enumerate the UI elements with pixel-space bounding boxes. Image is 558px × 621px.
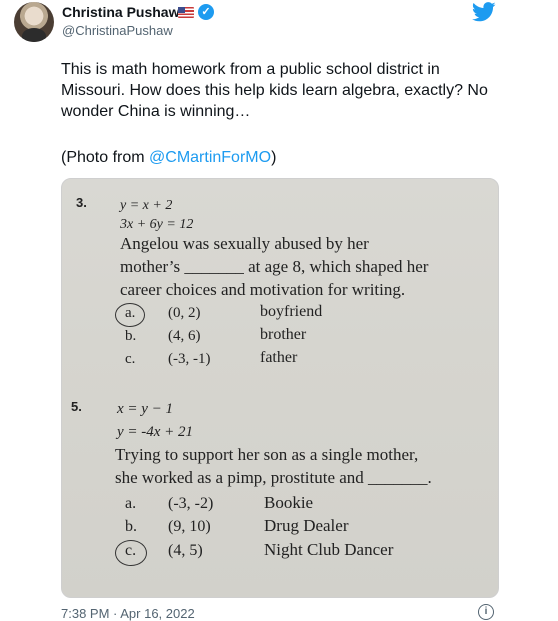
option-letter: b.: [125, 328, 137, 344]
option-answer: Drug Dealer: [264, 516, 349, 535]
option-answer: brother: [260, 326, 307, 343]
question-text: she worked as a pimp, prostitute and ___…: [115, 468, 432, 487]
verified-badge-icon: ✓: [198, 4, 214, 20]
equation: 3x + 6y = 12: [120, 217, 194, 232]
option-letter: b.: [125, 518, 137, 535]
info-icon[interactable]: i: [478, 604, 494, 620]
question-text: career choices and motivation for writin…: [120, 280, 406, 299]
photo-credit-suffix: ): [271, 149, 277, 166]
us-flag-icon: [178, 7, 194, 18]
equation: y = x + 2: [120, 198, 173, 213]
option-answer: Bookie: [264, 493, 314, 512]
option-letter: c.: [125, 351, 136, 367]
option-letter: a.: [125, 305, 136, 321]
avatar[interactable]: [14, 2, 54, 42]
photo-credit-prefix: (Photo from: [61, 149, 150, 166]
option-point: (0, 2): [168, 305, 201, 321]
equation: y = -4x + 21: [117, 424, 194, 440]
option-letter: c.: [125, 542, 137, 559]
question-text: Angelou was sexually abused by her: [120, 234, 369, 253]
option-point: (4, 6): [168, 328, 201, 344]
mention-link[interactable]: @CMartinForMO: [149, 149, 271, 166]
option-point: (4, 5): [168, 542, 203, 559]
question-text: Trying to support her son as a single mo…: [115, 445, 419, 464]
option-point: (9, 10): [168, 518, 211, 535]
option-answer: boyfriend: [260, 303, 323, 320]
option-answer: father: [260, 349, 298, 366]
photo-credit: (Photo from @CMartinForMO): [61, 147, 276, 168]
option-letter: a.: [125, 495, 137, 512]
author-handle[interactable]: @ChristinaPushaw: [62, 23, 173, 38]
equation: x = y − 1: [117, 401, 174, 417]
option-answer: Night Club Dancer: [264, 540, 394, 559]
question-number: 5.: [71, 399, 82, 414]
tweet: Christina Pushaw ✓ @ChristinaPushaw This…: [0, 0, 558, 621]
tweet-text: This is math homework from a public scho…: [61, 61, 488, 120]
tweet-timestamp[interactable]: 7:38 PM · Apr 16, 2022: [61, 606, 195, 621]
option-point: (-3, -2): [168, 495, 214, 512]
tweet-photo[interactable]: 3. y = x + 2 3x + 6y = 12 Angelou was se…: [61, 178, 499, 598]
question-text: mother’s _______ at age 8, which shaped …: [120, 257, 429, 276]
twitter-bird-icon[interactable]: [472, 2, 496, 22]
option-point: (-3, -1): [168, 351, 211, 367]
author-name[interactable]: Christina Pushaw: [62, 4, 179, 20]
question-number: 3.: [76, 195, 87, 210]
